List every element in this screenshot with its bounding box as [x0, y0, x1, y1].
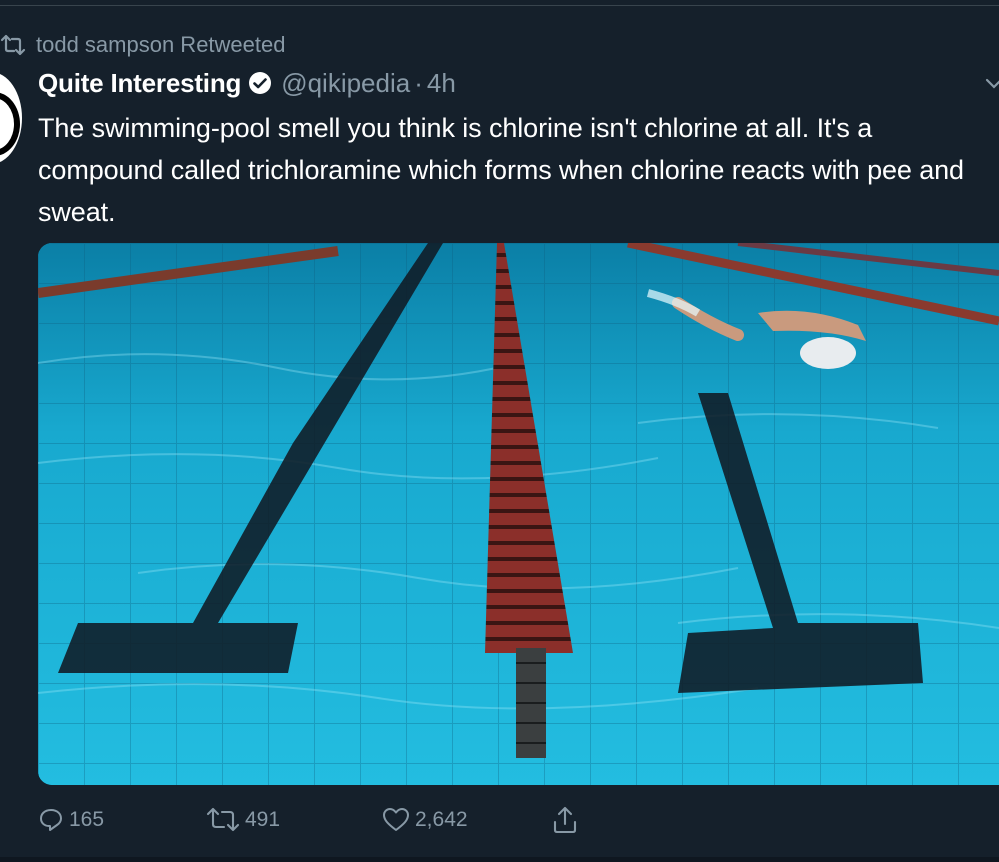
- photo-swimming-pool: [38, 243, 999, 785]
- retweet-label[interactable]: todd sampson Retweeted: [36, 32, 286, 58]
- retweet-icon: [0, 34, 26, 56]
- top-divider: [0, 5, 999, 6]
- heart-icon: [383, 808, 409, 831]
- handle[interactable]: @qikipedia: [281, 68, 410, 99]
- chevron-down-icon[interactable]: [984, 74, 999, 94]
- timestamp[interactable]: 4h: [427, 68, 456, 99]
- share-button[interactable]: [552, 804, 583, 836]
- avatar[interactable]: [0, 72, 22, 164]
- retweet-count: 491: [245, 808, 281, 831]
- avatar-logo: [0, 92, 20, 156]
- retweet-context[interactable]: todd sampson Retweeted: [0, 30, 286, 60]
- tweet-actions: 165 491 2,642: [38, 804, 598, 836]
- share-icon: [553, 806, 577, 834]
- display-name[interactable]: Quite Interesting: [38, 68, 241, 99]
- reply-icon: [40, 809, 62, 831]
- reply-button[interactable]: 165: [38, 804, 104, 836]
- reply-count: 165: [69, 808, 105, 831]
- like-count: 2,642: [415, 808, 468, 831]
- separator-dot: ·: [414, 67, 423, 98]
- tweet-header: Quite Interesting @qikipedia · 4h: [38, 66, 456, 100]
- tweet-photo[interactable]: [38, 243, 999, 785]
- tweet-text: The swimming-pool smell you think is chl…: [38, 113, 964, 227]
- verified-badge-icon: [249, 72, 272, 94]
- retweet-button[interactable]: 491: [206, 804, 280, 836]
- like-button[interactable]: 2,642: [382, 804, 468, 836]
- bottom-divider: [0, 857, 999, 862]
- retweet-icon: [206, 807, 240, 832]
